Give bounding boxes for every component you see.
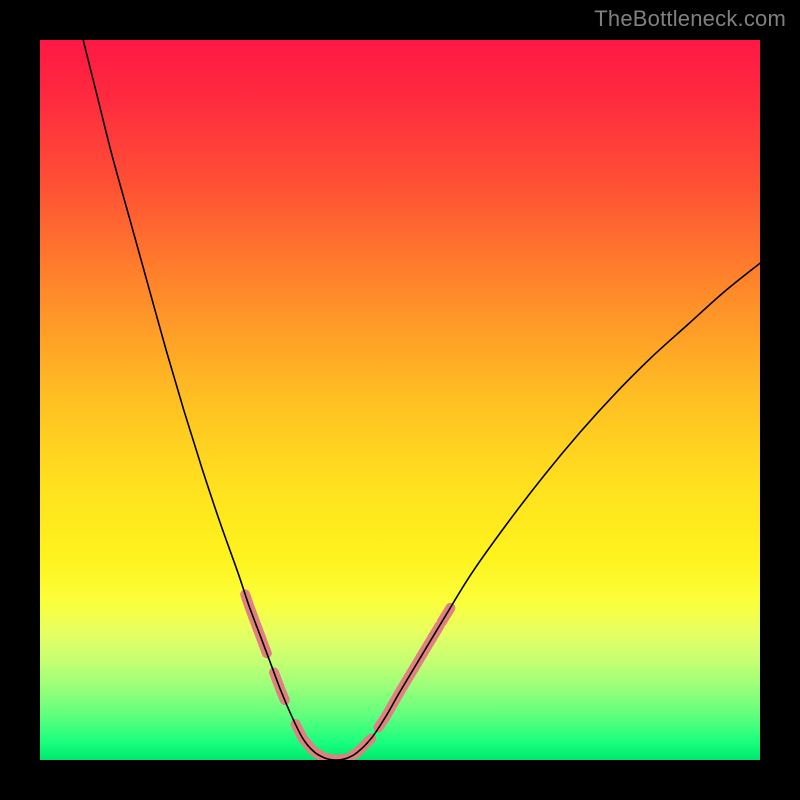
- highlight-segment: [296, 724, 346, 760]
- curve-layer: [40, 40, 760, 760]
- chart-container: TheBottleneck.com: [0, 0, 800, 800]
- attribution-text: TheBottleneck.com: [594, 6, 786, 32]
- plot-area: [40, 40, 760, 760]
